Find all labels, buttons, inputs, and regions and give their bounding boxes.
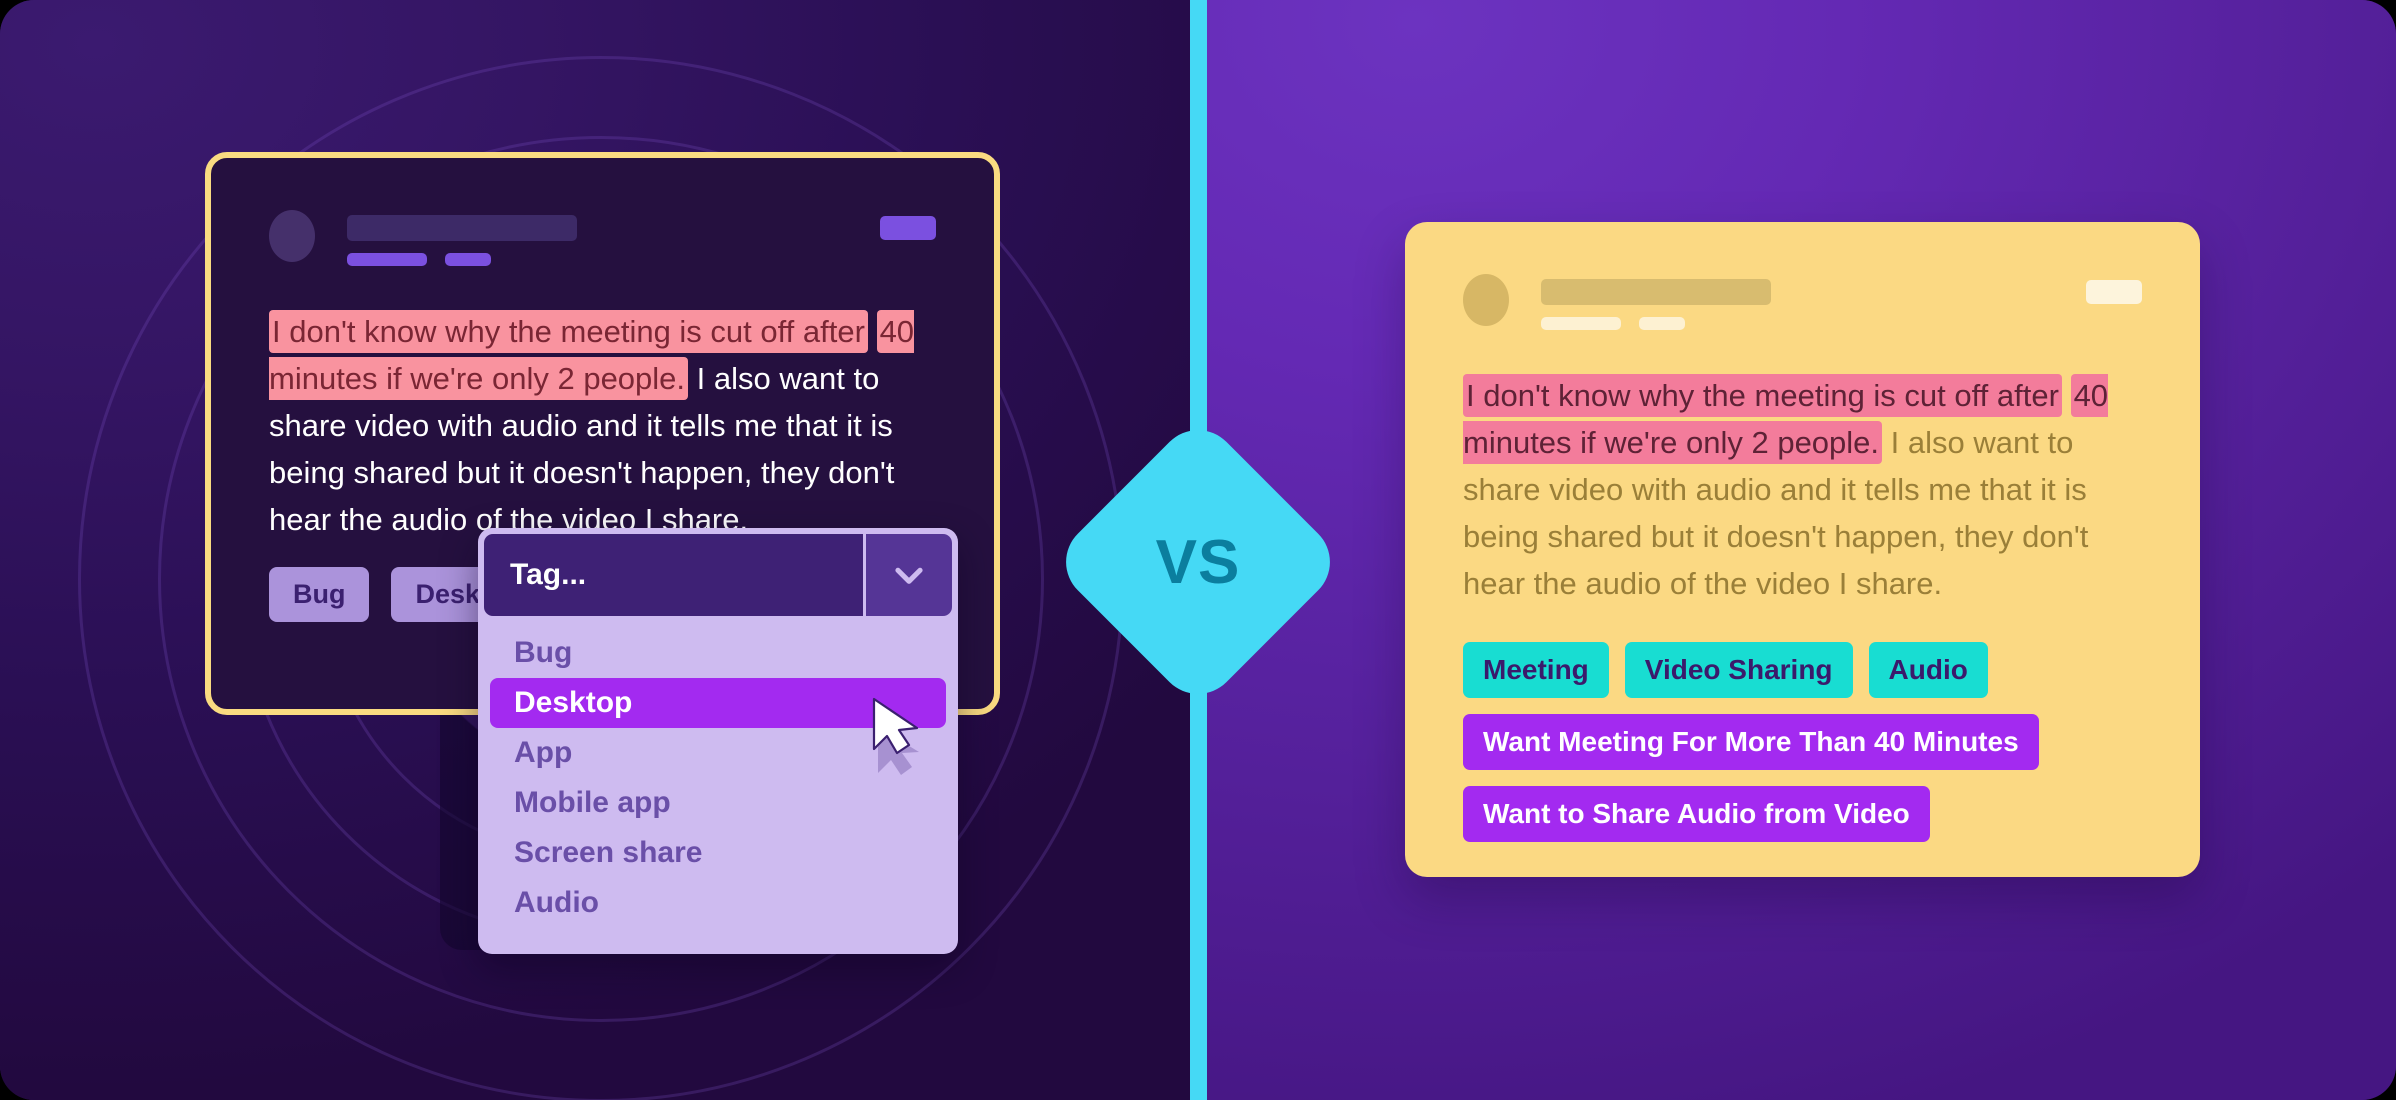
tag-option-list[interactable]: Bug Desktop App Mobile app Screen share … bbox=[484, 616, 952, 948]
avatar bbox=[1463, 274, 1509, 326]
header-skeleton bbox=[1541, 274, 1771, 330]
tag-pill-bug[interactable]: Bug bbox=[269, 567, 370, 622]
skeleton-subtitle-bar bbox=[1541, 317, 1621, 330]
chevron-down-icon[interactable] bbox=[866, 534, 952, 616]
topic-tag-meeting[interactable]: Meeting bbox=[1463, 641, 1609, 698]
topic-tag-audio[interactable]: Audio bbox=[1868, 641, 1988, 698]
feedback-message: I don't know why the meeting is cut off … bbox=[1463, 372, 2142, 608]
tag-list: Meeting Video Sharing Audio Want Meeting… bbox=[1463, 641, 2142, 842]
tag-dropdown[interactable]: Tag... Bug Desktop App Mobile app Screen… bbox=[478, 528, 958, 954]
avatar bbox=[269, 210, 315, 262]
skeleton-subtitle-row bbox=[1541, 317, 1771, 330]
intent-tag-want-meeting-more-than-40-minutes[interactable]: Want Meeting For More Than 40 Minutes bbox=[1463, 713, 2039, 770]
tag-option-screen-share[interactable]: Screen share bbox=[490, 828, 946, 878]
skeleton-subtitle-bar bbox=[1639, 317, 1685, 330]
feedback-message: I don't know why the meeting is cut off … bbox=[269, 308, 936, 544]
skeleton-title-bar bbox=[1541, 279, 1771, 305]
status-badge bbox=[880, 216, 936, 240]
status-badge bbox=[2086, 280, 2142, 304]
topic-tag-video-sharing[interactable]: Video Sharing bbox=[1624, 641, 1853, 698]
skeleton-title-bar bbox=[347, 215, 577, 241]
tag-option-bug[interactable]: Bug bbox=[490, 628, 946, 678]
skeleton-subtitle-bar bbox=[347, 253, 427, 266]
tag-option-app[interactable]: App bbox=[490, 728, 946, 778]
intent-tag-want-to-share-audio-from-video[interactable]: Want to Share Audio from Video bbox=[1463, 785, 1930, 842]
header-skeleton bbox=[347, 210, 577, 266]
card-header bbox=[269, 210, 936, 280]
tag-dropdown-control[interactable]: Tag... bbox=[484, 534, 952, 616]
after-card: I don't know why the meeting is cut off … bbox=[1405, 222, 2200, 877]
intent-tag-row-1: Want Meeting For More Than 40 Minutes bbox=[1463, 713, 2142, 770]
skeleton-subtitle-row bbox=[347, 253, 577, 266]
tag-option-mobile-app[interactable]: Mobile app bbox=[490, 778, 946, 828]
intent-tag-row-2: Want to Share Audio from Video bbox=[1463, 785, 2142, 842]
vs-label: VS bbox=[1155, 527, 1241, 597]
skeleton-subtitle-bar bbox=[445, 253, 491, 266]
highlight-segment-1: I don't know why the meeting is cut off … bbox=[1463, 374, 2062, 417]
card-header bbox=[1463, 274, 2142, 344]
tag-option-desktop[interactable]: Desktop bbox=[490, 678, 946, 728]
highlight-segment-1: I don't know why the meeting is cut off … bbox=[269, 310, 868, 353]
comparison-graphic: VS I don't know why the meeting is cut o… bbox=[0, 0, 2396, 1100]
topic-tag-row: Meeting Video Sharing Audio bbox=[1463, 641, 2142, 698]
tag-input[interactable]: Tag... bbox=[484, 534, 863, 616]
tag-option-audio[interactable]: Audio bbox=[490, 878, 946, 928]
